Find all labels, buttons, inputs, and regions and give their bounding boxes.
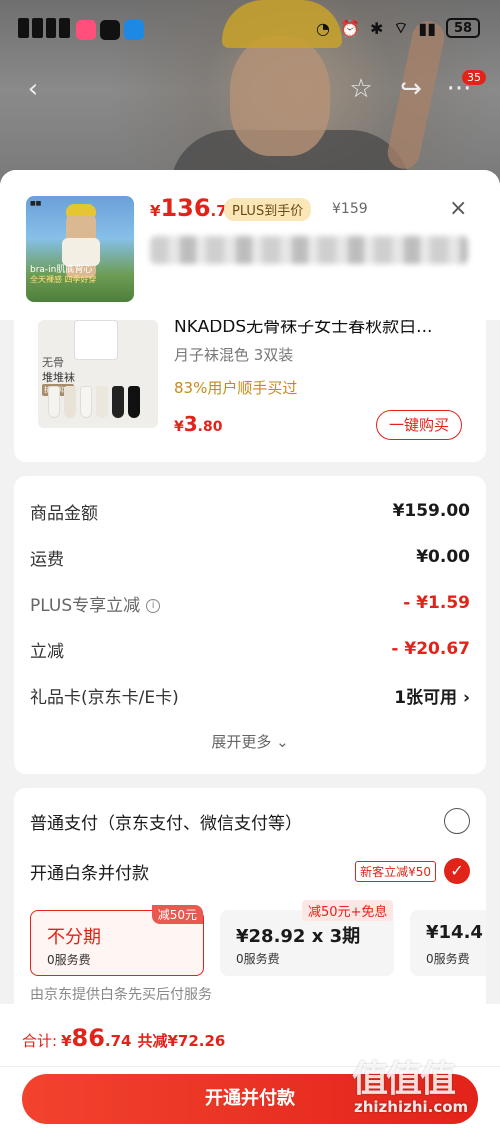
speed-icon: ◔	[316, 18, 331, 38]
app-notification-icon	[76, 20, 96, 40]
plan-more-installments[interactable]: ¥14.4 0服务费	[410, 910, 486, 976]
favorite-star-icon[interactable]: ☆	[346, 74, 376, 104]
baitiao-description: 由京东提供白条先买后付服务	[30, 987, 212, 1003]
expand-more-button[interactable]: 展开更多 ⌄	[14, 731, 486, 752]
payment-option-normal[interactable]: 普通支付（京东支付、微信支付等）	[30, 806, 470, 836]
summary-row-plus-discount: PLUS专享立减 i - ¥1.59	[30, 593, 470, 616]
thumb-brand-logo: ■■	[30, 200, 42, 207]
notification-badge: 35	[462, 70, 486, 85]
checkout-sheet: ■■ bra-in肌底背心 全天裸感 四季好穿 ¥ 136 .74 PLUS到手…	[0, 170, 500, 1129]
close-icon[interactable]: ×	[449, 198, 467, 220]
plan-no-installment[interactable]: 减50元 不分期 0服务费	[30, 905, 204, 976]
addon-item-name[interactable]: NKADDS无骨袜子女士春秋款白...	[174, 320, 464, 334]
thumb-subcaption: 全天裸感 四季好穿	[30, 275, 97, 284]
watermark-site: zhizhizhi.com	[354, 1098, 469, 1116]
plus-price-tag: PLUS到手价	[224, 198, 312, 221]
info-icon[interactable]: i	[146, 598, 161, 613]
one-click-buy-button[interactable]: 一键购买	[376, 410, 462, 440]
payment-method-card: 普通支付（京东支付、微信支付等） 开通白条并付款 新客立减¥50 ✓ 减50元 …	[14, 788, 486, 1018]
product-thumbnail: ■■ bra-in肌底背心 全天裸感 四季好穿	[26, 196, 134, 302]
wifi-icon: ⌔	[393, 18, 409, 37]
addon-item-card: 无骨 堆堆袜 抗菌抑菌 NKADDS无骨袜子女士春秋款白... 月子袜混色 3双…	[14, 320, 486, 462]
total-saved: 共减¥72.26	[137, 1032, 226, 1050]
checkmark-icon[interactable]: ✓	[444, 858, 470, 884]
watermark: 值值值 zhizhizhi.com	[352, 1050, 492, 1120]
bluetooth-icon: ✱	[369, 18, 384, 38]
product-header: ■■ bra-in肌底背心 全天裸感 四季好穿 ¥ 136 .74 PLUS到手…	[0, 170, 500, 320]
radio-unchecked[interactable]	[444, 808, 470, 834]
back-icon[interactable]: ‹	[18, 74, 48, 104]
qq-icon	[100, 20, 120, 40]
original-price: ¥159	[332, 201, 368, 217]
price-summary-card: 商品金额 ¥159.00 运费 ¥0.00 PLUS专享立减 i - ¥1.59 …	[14, 476, 486, 774]
summary-row-discount: 立减 - ¥20.67	[30, 639, 470, 662]
new-customer-tag: 新客立减¥50	[355, 860, 436, 882]
payment-option-baitiao[interactable]: 开通白条并付款 新客立减¥50 ✓	[30, 856, 470, 886]
status-right: ◔ ⏰ ✱ ⌔ ▮▮ 58	[316, 18, 480, 38]
status-time	[18, 18, 70, 40]
signal-icon: ▮▮	[418, 18, 436, 38]
watermark-logo: 值值值	[352, 1059, 456, 1100]
battery-icon: 58	[446, 18, 480, 38]
order-total: 合计: ¥ 86 .74 共减¥72.26	[22, 1024, 226, 1052]
addon-item-bought-rate: 83%用户顺手买过	[174, 379, 298, 397]
top-nav: ‹ ☆ ↪ ···	[0, 64, 500, 114]
installment-plans: 减50元 不分期 0服务费 减50元+免息 ¥28.92 x 3期 0服务费 ¥…	[30, 900, 486, 976]
share-icon[interactable]: ↪	[396, 74, 426, 104]
addon-item-image: 无骨 堆堆袜 抗菌抑菌	[38, 320, 158, 428]
addon-item-price: ¥ 3 .80	[174, 412, 223, 436]
status-bar: ◔ ⏰ ✱ ⌔ ▮▮ 58	[0, 0, 500, 64]
app-notification-icon	[124, 20, 144, 40]
chevron-right-icon: ›	[462, 687, 470, 708]
addon-item-spec: 月子袜混色 3双装	[174, 346, 294, 364]
summary-row-shipping: 运费 ¥0.00	[30, 547, 470, 570]
product-title-blurred	[150, 236, 468, 264]
summary-row-gift-card[interactable]: 礼品卡(京东卡/E卡) 1张可用 ›	[30, 680, 470, 710]
summary-row-goods: 商品金额 ¥159.00	[30, 501, 470, 524]
plan-3-installments[interactable]: 减50元+免息 ¥28.92 x 3期 0服务费	[220, 900, 394, 976]
chevron-down-icon: ⌄	[276, 733, 289, 751]
alarm-icon: ⏰	[340, 18, 360, 38]
